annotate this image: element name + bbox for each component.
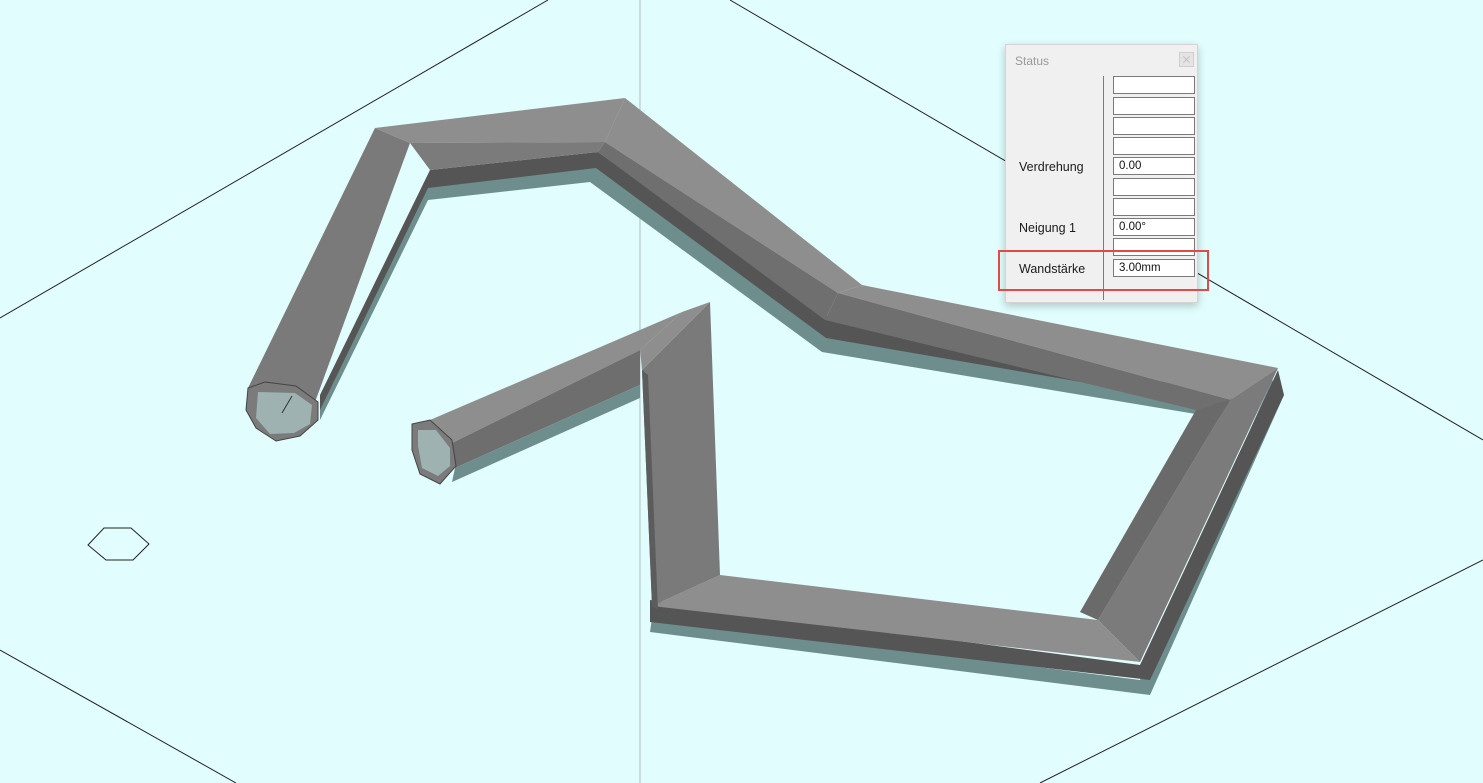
verdrehung-label: Verdrehung (1019, 160, 1084, 174)
status-field-7[interactable] (1113, 198, 1195, 216)
highlight-box (998, 250, 1209, 291)
status-panel-title: Status (1015, 54, 1050, 68)
hexagon-outline[interactable] (87, 527, 150, 561)
neigung-1-label: Neigung 1 (1019, 221, 1076, 235)
scene-canvas[interactable] (0, 0, 1483, 783)
neigung-1-input[interactable]: 0.00° (1113, 218, 1195, 236)
status-field-3[interactable] (1113, 117, 1195, 135)
status-field-2[interactable] (1113, 97, 1195, 115)
close-icon[interactable] (1179, 52, 1194, 67)
status-field-1[interactable] (1113, 76, 1195, 94)
3d-viewport[interactable] (0, 0, 1483, 783)
verdrehung-input[interactable]: 0.00 (1113, 157, 1195, 175)
status-field-4[interactable] (1113, 137, 1195, 155)
status-field-6[interactable] (1113, 178, 1195, 196)
